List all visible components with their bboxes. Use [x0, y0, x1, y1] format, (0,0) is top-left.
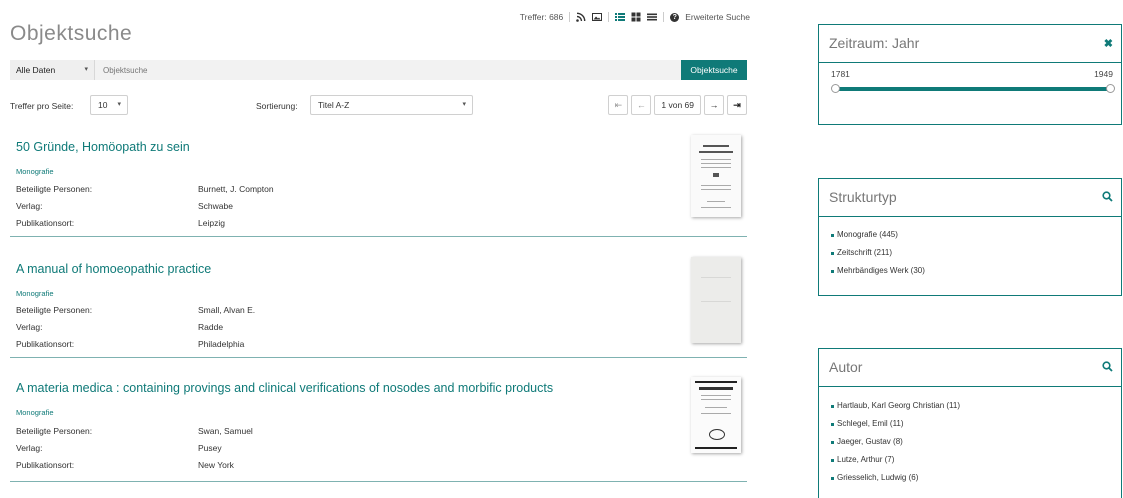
rss-icon[interactable]	[576, 12, 586, 22]
image-view-icon[interactable]	[592, 12, 603, 22]
per-page-value: 10	[98, 100, 108, 110]
page-title: Objektsuche	[10, 22, 133, 46]
facet-panel-zeitraum: Zeitraum: Jahr ✖ 1781 1949	[818, 24, 1122, 125]
panel-title: Strukturtyp	[829, 189, 897, 205]
search-scope-select[interactable]: Alle Daten ▾	[10, 60, 95, 80]
main-content: Objektsuche Treffer: 686 ? Erweiterte Su…	[0, 0, 760, 494]
page-indicator: 1 von 69	[654, 95, 701, 115]
chevron-down-icon: ▾	[84, 66, 88, 73]
facet-item[interactable]: Hartlaub, Karl Georg Christian (11)	[831, 401, 1121, 410]
sort-label: Sortierung:	[256, 101, 298, 111]
compact-list-icon[interactable]	[647, 12, 658, 22]
search-bar: Alle Daten ▾ Objektsuche	[10, 60, 747, 80]
last-page-button[interactable]: ⇥	[727, 95, 747, 115]
first-page-button[interactable]: ⇤	[608, 95, 629, 115]
range-slider-handle-min[interactable]	[831, 84, 840, 93]
sort-value: Titel A-Z	[318, 100, 350, 110]
per-page-label: Treffer pro Seite:	[10, 101, 74, 111]
field-label: Verlag:	[16, 443, 43, 453]
field-value: Philadelphia	[198, 339, 245, 349]
result-title-link[interactable]: 50 Gründe, Homöopath zu sein	[16, 140, 190, 154]
chevron-down-icon: ▾	[117, 101, 121, 108]
facet-panel-autor: Autor Hartlaub, Karl Georg Christian (11…	[818, 348, 1122, 498]
panel-header: Strukturtyp	[819, 179, 1121, 217]
range-slider-handle-max[interactable]	[1106, 84, 1115, 93]
cover-thumbnail[interactable]	[691, 377, 741, 453]
prev-page-button[interactable]: ←	[631, 95, 652, 115]
view-toolbar: Treffer: 686 ? Erweiterte Suche	[520, 12, 750, 22]
field-label: Verlag:	[16, 322, 43, 332]
panel-header: Zeitraum: Jahr ✖	[819, 25, 1121, 63]
search-button[interactable]: Objektsuche	[681, 60, 747, 80]
facet-item[interactable]: Jaeger, Gustav (8)	[831, 437, 1121, 446]
field-value-link[interactable]: Small, Alvan E.	[198, 305, 255, 315]
grid-view-icon[interactable]	[631, 12, 641, 22]
per-page-select[interactable]: 10 ▾	[90, 95, 128, 115]
sort-select[interactable]: Titel A-Z ▾	[310, 95, 473, 115]
cover-thumbnail[interactable]	[691, 135, 741, 217]
facet-item[interactable]: Schlegel, Emil (11)	[831, 419, 1121, 428]
facet-item[interactable]: Lutze, Arthur (7)	[831, 455, 1121, 464]
result-title-link[interactable]: A materia medica : containing provings a…	[16, 381, 553, 395]
result-title-link[interactable]: A manual of homoeopathic practice	[16, 262, 211, 276]
help-icon[interactable]: ?	[670, 12, 680, 22]
divider	[569, 12, 571, 22]
result-item: 50 Gründe, Homöopath zu sein Monografie …	[10, 135, 747, 237]
result-type: Monografie	[16, 408, 54, 417]
field-value-link[interactable]: Burnett, J. Compton	[198, 184, 274, 194]
range-max: 1949	[1094, 69, 1113, 79]
field-value: Radde	[198, 322, 224, 332]
result-options: Treffer pro Seite: 10 ▾ Sortierung: Tite…	[10, 95, 747, 117]
result-item: A materia medica : containing provings a…	[10, 377, 747, 482]
result-type: Monografie	[16, 289, 54, 298]
facet-item[interactable]: Monografie (445)	[831, 230, 1121, 239]
search-icon[interactable]	[1102, 361, 1113, 375]
range-min: 1781	[831, 69, 850, 79]
facet-item[interactable]: Zeitschrift (211)	[831, 248, 1121, 257]
field-label: Beteiligte Personen:	[16, 184, 93, 194]
hits-count: Treffer: 686	[519, 12, 564, 22]
panel-title: Autor	[829, 359, 863, 375]
close-icon[interactable]: ✖	[1104, 37, 1113, 50]
result-type: Monografie	[16, 167, 54, 176]
field-label: Publikationsort:	[16, 339, 75, 349]
panel-title: Zeitraum: Jahr	[829, 35, 920, 51]
range-labels: 1781 1949	[831, 69, 1113, 79]
field-label: Publikationsort:	[16, 218, 75, 228]
field-label: Publikationsort:	[16, 460, 75, 470]
result-item: A manual of homoeopathic practice Monogr…	[10, 257, 747, 358]
list-view-icon[interactable]	[615, 12, 626, 22]
field-value: New York	[198, 460, 234, 470]
pagination: ⇤ ← 1 von 69 → ⇥	[608, 95, 747, 115]
facet-panel-strukturtyp: Strukturtyp Monografie (445) Zeitschrift…	[818, 178, 1122, 296]
search-input[interactable]	[95, 60, 681, 80]
panel-header: Autor	[819, 349, 1121, 387]
search-scope-value: Alle Daten	[16, 65, 56, 75]
search-icon[interactable]	[1102, 191, 1113, 205]
next-page-button[interactable]: →	[704, 95, 724, 115]
facet-item[interactable]: Griesselich, Ludwig (6)	[831, 473, 1121, 482]
divider	[608, 12, 610, 22]
facet-item[interactable]: Mehrbändiges Werk (30)	[831, 266, 1121, 275]
chevron-down-icon: ▾	[462, 101, 466, 108]
divider	[663, 12, 665, 22]
field-label: Beteiligte Personen:	[16, 426, 93, 436]
advanced-search-link[interactable]: Erweiterte Suche	[685, 12, 750, 22]
field-value: Leipzig	[198, 218, 225, 228]
cover-thumbnail[interactable]	[691, 257, 741, 343]
field-label: Beteiligte Personen:	[16, 305, 93, 315]
range-slider-track[interactable]	[833, 87, 1113, 91]
field-value: Pusey	[198, 443, 222, 453]
field-value-link[interactable]: Swan, Samuel	[198, 426, 253, 436]
field-value: Schwabe	[198, 201, 233, 211]
field-label: Verlag:	[16, 201, 43, 211]
